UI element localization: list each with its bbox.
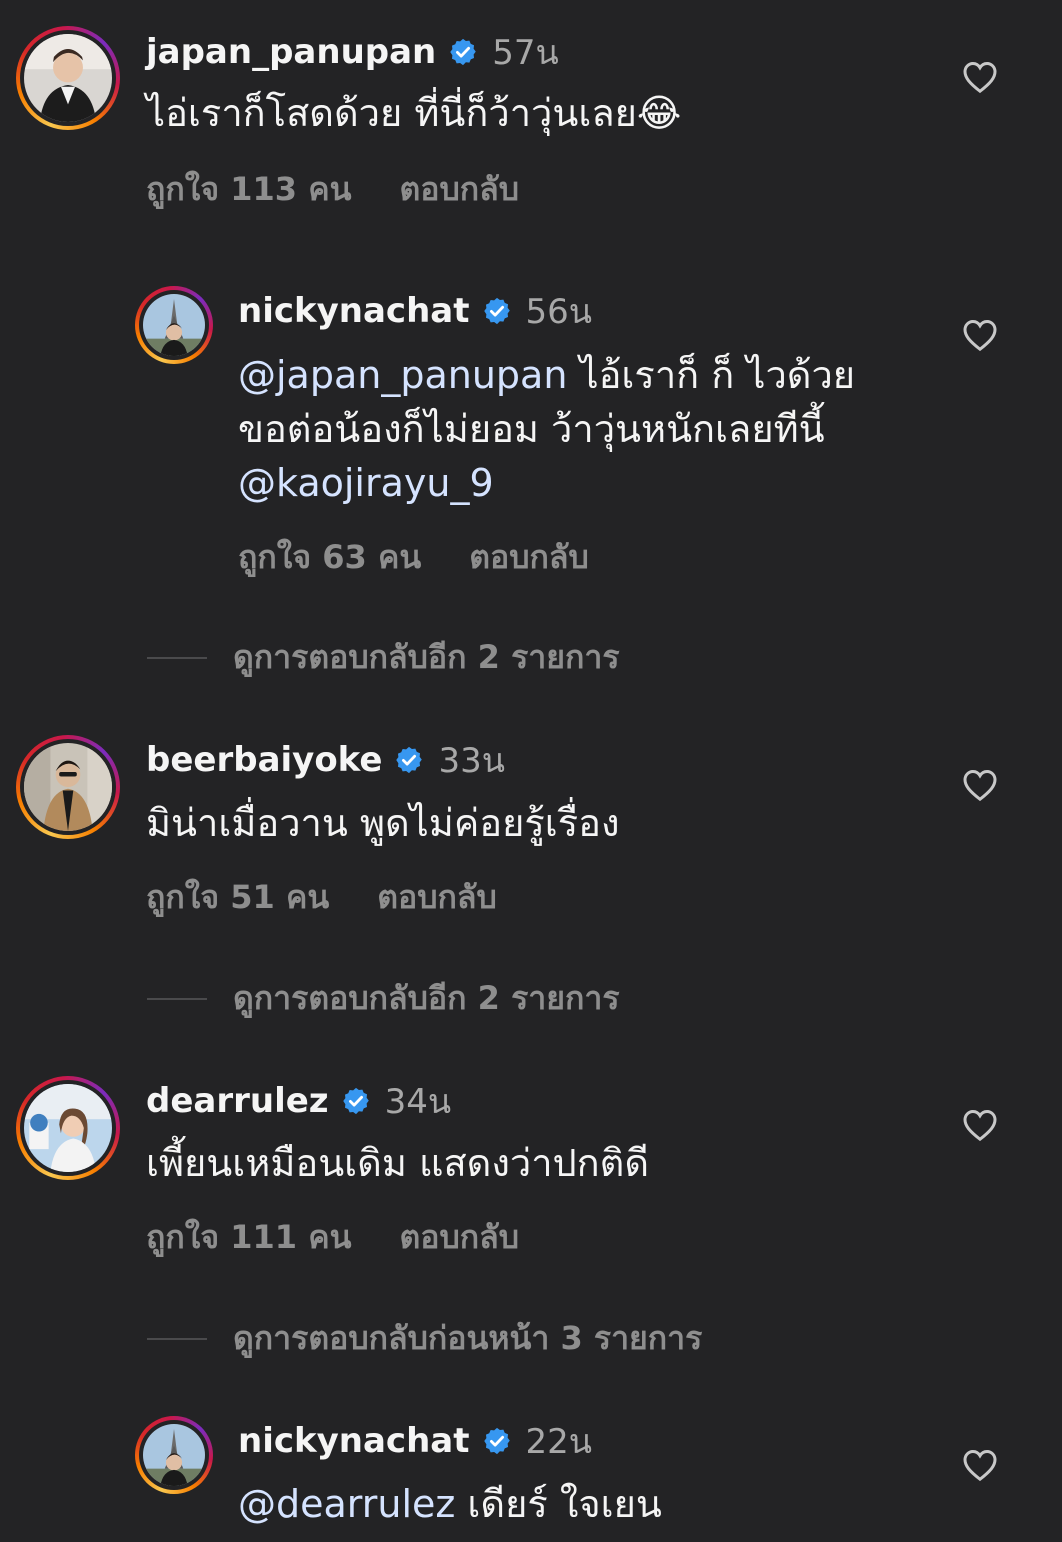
mention-link[interactable]: @kaojirayu_9 (238, 461, 494, 505)
comments-thread: japan_panupan 57น ไอ่เราก็โสดด้วย ที่นี่… (0, 0, 1062, 1542)
timestamp: 34น (384, 1082, 452, 1122)
timestamp: 33น (438, 741, 505, 781)
like-count[interactable]: ถูกใจ 63 คน (238, 532, 421, 583)
divider-line (147, 997, 207, 1000)
username[interactable]: nickynachat (238, 1421, 470, 1461)
timestamp: 22น (525, 1422, 593, 1462)
comment-meta: ถูกใจ 51 คน ตอบกลับ (146, 872, 497, 923)
comment-text: @japan_panupan ไอ้เราก็ ก็ ไวด้วย ขอต่อน… (238, 348, 938, 510)
comment-text: มิน่าเมื่อวาน พูดไม่ค่อยรู้เรื่อง (146, 801, 620, 845)
heart-icon[interactable] (962, 1108, 998, 1142)
reply-button[interactable]: ตอบกลับ (399, 1212, 519, 1263)
like-count[interactable]: ถูกใจ 51 คน (146, 872, 329, 923)
heart-icon[interactable] (962, 318, 998, 352)
heart-icon[interactable] (962, 768, 998, 802)
comment-meta: ถูกใจ 111 คน ตอบกลับ (146, 1212, 519, 1263)
username[interactable]: dearrulez (146, 1081, 329, 1121)
reply-button[interactable]: ตอบกลับ (469, 532, 589, 583)
reply-button[interactable]: ตอบกลับ (377, 872, 497, 923)
verified-badge-icon (341, 1086, 371, 1116)
verified-badge-icon (482, 1426, 512, 1456)
comment-header: nickynachat 22น (238, 1416, 592, 1466)
username[interactable]: nickynachat (238, 291, 470, 331)
verified-badge-icon (394, 745, 424, 775)
username[interactable]: japan_panupan (146, 32, 436, 72)
comment-text: @dearrulez เดียร์ ใจเยน (238, 1477, 662, 1531)
comment-header: nickynachat 56น (238, 286, 592, 336)
username[interactable]: beerbaiyoke (146, 740, 382, 780)
view-more-replies-label: ดูการตอบกลับอีก 2 รายการ (233, 638, 620, 676)
comment-header: beerbaiyoke 33น (146, 735, 505, 785)
avatar[interactable] (16, 1076, 120, 1180)
timestamp: 56น (525, 292, 593, 332)
comment-text: ไอ่เราก็โสดด้วย ที่นี่ก็ว้าวุ่นเลย😂 (146, 91, 682, 135)
view-more-replies-label: ดูการตอบกลับอีก 2 รายการ (233, 979, 620, 1017)
comment-text: เพี้ยนเหมือนเดิม แสดงว่าปกติดี (146, 1141, 650, 1185)
heart-icon[interactable] (962, 60, 998, 94)
avatar[interactable] (16, 26, 120, 130)
comment-body: เดียร์ ใจเยน (455, 1482, 662, 1526)
divider-line (147, 1337, 207, 1340)
verified-badge-icon (448, 37, 478, 67)
avatar[interactable] (16, 735, 120, 839)
view-more-replies-button[interactable]: ดูการตอบกลับอีก 2 รายการ (147, 632, 620, 683)
comment-header: dearrulez 34น (146, 1076, 451, 1126)
verified-badge-icon (482, 296, 512, 326)
comment-meta: ถูกใจ 113 คน ตอบกลับ (146, 164, 519, 215)
like-count[interactable]: ถูกใจ 111 คน (146, 1212, 351, 1263)
reply-button[interactable]: ตอบกลับ (399, 164, 519, 215)
heart-icon[interactable] (962, 1448, 998, 1482)
mention-link[interactable]: @japan_panupan (238, 353, 567, 397)
avatar[interactable] (135, 286, 213, 364)
timestamp: 57น (492, 33, 559, 73)
comment-meta: ถูกใจ 63 คน ตอบกลับ (238, 532, 589, 583)
view-previous-replies-label: ดูการตอบกลับก่อนหน้า 3 รายการ (233, 1319, 703, 1357)
divider-line (147, 656, 207, 659)
avatar[interactable] (135, 1416, 213, 1494)
view-more-replies-button[interactable]: ดูการตอบกลับอีก 2 รายการ (147, 973, 620, 1024)
view-previous-replies-button[interactable]: ดูการตอบกลับก่อนหน้า 3 รายการ (147, 1313, 702, 1364)
comment-header: japan_panupan 57น (146, 27, 559, 77)
like-count[interactable]: ถูกใจ 113 คน (146, 164, 351, 215)
mention-link[interactable]: @dearrulez (238, 1482, 455, 1526)
